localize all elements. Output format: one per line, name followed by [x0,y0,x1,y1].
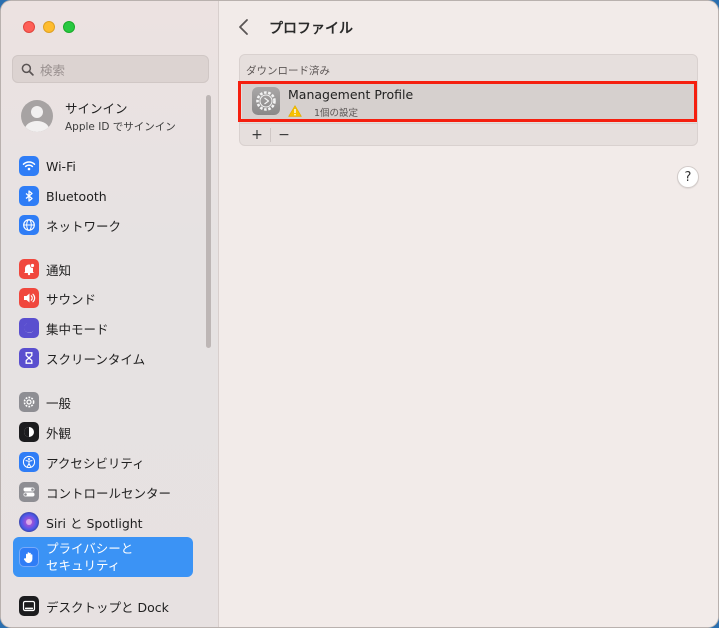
hourglass-icon [19,348,39,368]
search-placeholder: 検索 [40,62,66,78]
apple-id-signin[interactable]: サインイン Apple ID でサインイン [21,98,176,134]
profiles-section: ダウンロード済み Management Profile 1個の設定 + − [238,54,698,146]
remove-button[interactable]: − [273,127,295,143]
main-content: プロファイル ダウンロード済み Management Profile 1個の設定… [219,1,718,627]
sidebar-scrollbar[interactable] [206,95,211,348]
help-button[interactable]: ? [677,166,699,188]
close-button[interactable] [23,21,35,33]
appearance-icon [19,422,39,442]
minimize-button[interactable] [43,21,55,33]
sidebar-item-control-center[interactable]: コントロールセンター [13,480,193,504]
sidebar-item-sound[interactable]: サウンド [13,286,193,310]
zoom-button[interactable] [63,21,75,33]
hand-icon [19,547,39,567]
warning-icon [288,105,302,117]
bell-icon [19,259,39,279]
search-icon [21,63,34,76]
globe-icon [19,215,39,235]
add-button[interactable]: + [246,127,268,143]
list-controls: + − [240,123,697,145]
gear-icon [19,392,39,412]
signin-subtitle: Apple ID でサインイン [65,121,176,133]
sidebar-item-appearance[interactable]: 外観 [13,420,193,444]
section-header: ダウンロード済み [246,65,330,77]
sidebar-item-notifications[interactable]: 通知 [13,257,193,281]
sidebar-item-wifi[interactable]: Wi-Fi [13,154,193,178]
profile-settings-count: 1個の設定 [314,108,359,119]
sidebar-item-bluetooth[interactable]: Bluetooth [13,184,193,208]
profile-gear-icon [252,87,280,115]
speaker-icon [19,288,39,308]
dock-icon [19,596,39,616]
signin-title: サインイン [65,101,128,116]
sidebar-item-siri-spotlight[interactable]: Siri と Spotlight [13,510,193,534]
sidebar-item-privacy-security[interactable]: プライバシーと セキュリティ [13,537,193,577]
siri-icon [19,512,39,532]
bluetooth-icon [19,186,39,206]
sidebar-item-network[interactable]: ネットワーク [13,213,193,237]
settings-window: 検索 サインイン Apple ID でサインイン Wi-Fi Bluetooth [0,0,719,628]
moon-icon [19,318,39,338]
page-title: プロファイル [269,21,353,37]
accessibility-icon [19,452,39,472]
sidebar-item-screen-time[interactable]: スクリーンタイム [13,346,193,370]
toggles-icon [19,482,39,502]
wifi-icon [19,156,39,176]
sidebar-item-desktop-dock[interactable]: デスクトップと Dock [13,594,193,618]
profile-row[interactable]: Management Profile 1個の設定 [242,83,695,119]
profile-name: Management Profile [288,87,414,102]
sidebar-item-accessibility[interactable]: アクセシビリティ [13,450,193,474]
window-controls [23,21,75,33]
divider [270,127,271,142]
sidebar-item-focus[interactable]: 集中モード [13,316,193,340]
back-chevron-icon[interactable] [237,18,251,36]
search-field[interactable]: 検索 [12,55,209,83]
sidebar: 検索 サインイン Apple ID でサインイン Wi-Fi Bluetooth [1,1,219,627]
avatar [21,100,53,132]
sidebar-item-general[interactable]: 一般 [13,390,193,414]
